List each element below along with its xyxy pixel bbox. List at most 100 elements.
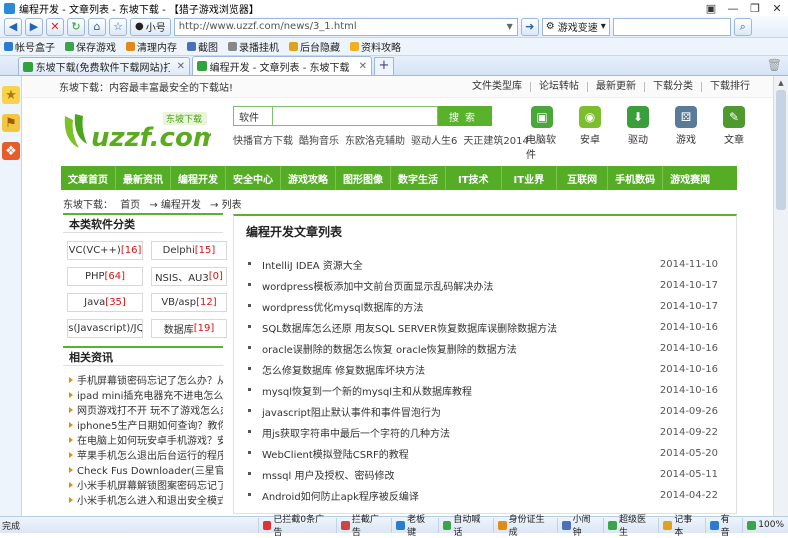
quick-android[interactable]: ◉ 安卓: [574, 106, 606, 161]
skin-icon[interactable]: ▣: [700, 2, 722, 15]
fav-item-record[interactable]: 录播挂机: [228, 39, 279, 54]
forward-button[interactable]: ▶: [25, 17, 43, 36]
site-search-input[interactable]: [273, 106, 438, 126]
top-link[interactable]: 论坛转帖: [531, 81, 588, 92]
article-link[interactable]: 用js获取字符串中最后一个字符的几种方法: [248, 425, 450, 440]
article-link[interactable]: WebClient模拟登陆CSRF的教程: [248, 446, 409, 461]
news-link[interactable]: 小米手机怎么进入和退出安全模式: [69, 492, 223, 507]
tab-current[interactable]: 编程开发 - 文章列表 - 东坡下载 ✕: [192, 56, 372, 75]
status-ad-count[interactable]: 已拦截0条广告: [257, 515, 337, 538]
quick-game[interactable]: ⚄ 游戏: [670, 106, 702, 161]
status-sound[interactable]: 有音: [704, 515, 743, 538]
news-link[interactable]: 手机屏幕锁密码忘记了怎么办？从密: [69, 372, 223, 387]
top-link[interactable]: 文件类型库: [464, 81, 531, 92]
hot-keyword[interactable]: 驱动人生6: [411, 132, 457, 147]
hot-keyword[interactable]: 酷狗音乐: [299, 132, 339, 147]
close-icon[interactable]: ✕: [177, 61, 185, 72]
news-link[interactable]: ipad mini插充电器充不进电怎么办: [69, 387, 223, 402]
search-category-select[interactable]: 软件: [233, 106, 273, 126]
nav-item[interactable]: 编程开发: [171, 166, 226, 190]
scroll-up-icon[interactable]: ▲: [774, 76, 788, 90]
article-link[interactable]: wordpress优化mysql数据库的方法: [248, 299, 423, 314]
refresh-button[interactable]: ↻: [67, 17, 85, 36]
hot-keyword[interactable]: 快播官方下载: [233, 132, 293, 147]
news-link[interactable]: 网页游戏打不开 玩不了游戏怎么办?: [69, 402, 223, 417]
article-link[interactable]: SQL数据库怎么还原 用友SQL SERVER恢复数据库误删除数据方法: [248, 320, 557, 335]
nav-item[interactable]: 文章首页: [61, 166, 116, 190]
article-link[interactable]: mssql 用户及授权、密码修改: [248, 467, 394, 482]
fav-item-clean-memory[interactable]: 清理内存: [126, 39, 177, 54]
nav-item[interactable]: 数字生活: [391, 166, 446, 190]
star-icon[interactable]: ★: [2, 86, 20, 104]
nav-item[interactable]: IT业界: [502, 166, 558, 190]
chevron-down-icon[interactable]: ▼: [503, 22, 517, 31]
search-button[interactable]: ⌕: [733, 17, 752, 36]
news-link[interactable]: Check Fus Downloader(三星官方: [69, 462, 223, 477]
category-item[interactable]: 数据库 [19]: [151, 319, 227, 338]
scroll-thumb[interactable]: [776, 90, 786, 210]
search-engine-select[interactable]: ⚙ 游戏变速 ▾: [541, 17, 610, 36]
category-item[interactable]: Delphi [15]: [151, 241, 227, 260]
quick-driver[interactable]: ⬇ 驱动: [622, 106, 654, 161]
status-block-ads[interactable]: 拦截广告: [336, 515, 391, 538]
top-link[interactable]: 最新更新: [588, 81, 645, 92]
article-link[interactable]: oracle误删除的数据怎么恢复 oracle恢复删除的数据方法: [248, 341, 517, 356]
status-notepad[interactable]: 记事本: [658, 515, 704, 538]
status-zoom[interactable]: 100%: [742, 517, 788, 533]
hot-keyword[interactable]: 东欧洛克辅助: [345, 132, 405, 147]
back-button[interactable]: ◀: [4, 17, 22, 36]
category-item[interactable]: NSIS、AU3 [0]: [151, 267, 227, 286]
category-item[interactable]: Java [35]: [67, 293, 143, 312]
nav-item[interactable]: 游戏攻略: [281, 166, 336, 190]
news-link[interactable]: 苹果手机怎么退出后台运行的程序: [69, 447, 223, 462]
status-alarm[interactable]: 小闹钟: [556, 515, 603, 538]
fav-item-account-box[interactable]: 帐号盒子: [4, 39, 55, 54]
site-logo[interactable]: uzzf.com 东坡下载: [61, 110, 211, 154]
search-input[interactable]: [612, 17, 731, 36]
category-item[interactable]: PHP [64]: [67, 267, 143, 286]
status-doctor[interactable]: 超级医生: [603, 515, 658, 538]
status-auto-shout[interactable]: 自动喊话: [437, 515, 493, 538]
new-tab-button[interactable]: +: [374, 57, 394, 75]
article-link[interactable]: 怎么修复数据库 修复数据库坏块方法: [248, 362, 425, 377]
nav-item[interactable]: IT技术: [446, 166, 502, 190]
flag-icon[interactable]: ⚑: [2, 114, 20, 132]
gift-icon[interactable]: ❖: [2, 142, 20, 160]
address-bar[interactable]: http://www.uzzf.com/news/3_1.html ▼: [173, 17, 518, 36]
article-link[interactable]: wordpress模板添加中文前台页面显示乱码解决办法: [248, 278, 493, 293]
article-link[interactable]: javascript阻止默认事件和事件冒泡行为: [248, 404, 441, 419]
go-button[interactable]: ➜: [520, 17, 539, 36]
nav-item[interactable]: 游戏赛闻: [663, 166, 717, 190]
stop-button[interactable]: ✕: [46, 17, 64, 36]
news-link[interactable]: iphone5生产日期如何查询？教你通: [69, 417, 223, 432]
fav-item-save-game[interactable]: 保存游戏: [65, 39, 116, 54]
trash-icon[interactable]: 🗑: [767, 58, 782, 72]
category-item[interactable]: VB/asp [12]: [151, 293, 227, 312]
breadcrumb-link[interactable]: 首页: [120, 200, 140, 211]
nav-item[interactable]: 最新资讯: [116, 166, 171, 190]
close-window-button[interactable]: ✕: [766, 2, 788, 15]
vertical-scrollbar[interactable]: ▲: [773, 76, 788, 516]
top-link[interactable]: 下载分类: [645, 81, 702, 92]
status-boss-key[interactable]: 老板键: [391, 515, 437, 538]
minimize-button[interactable]: —: [722, 2, 744, 15]
nav-item[interactable]: 互联网: [557, 166, 609, 190]
top-link[interactable]: 下载排行: [702, 81, 758, 92]
quick-pc-software[interactable]: ▣ 电脑软件: [526, 106, 558, 161]
hot-keyword[interactable]: 天正建筑2014: [463, 132, 528, 147]
nav-item[interactable]: 手机数码: [608, 166, 664, 190]
news-link[interactable]: 在电脑上如何玩安卓手机游戏？安装: [69, 432, 223, 447]
news-link[interactable]: 小米手机屏幕解锁图案密码忘记了怎: [69, 477, 223, 492]
fav-item-screenshot[interactable]: 截图: [187, 39, 218, 54]
nav-item[interactable]: 安全中心: [226, 166, 281, 190]
maximize-button[interactable]: ❐: [744, 2, 766, 15]
fav-item-guide[interactable]: 资料攻略: [350, 39, 401, 54]
nav-item[interactable]: 图形图像: [336, 166, 391, 190]
favorite-button[interactable]: ☆: [109, 17, 127, 36]
article-link[interactable]: mysql恢复到一个新的mysql主和从数据库教程: [248, 383, 472, 398]
category-item[interactable]: js(Javascript)/JQ: [67, 319, 143, 338]
status-id-gen[interactable]: 身份证生成: [492, 515, 557, 538]
article-link[interactable]: Android如何防止apk程序被反编译: [248, 488, 419, 503]
site-search-button[interactable]: 搜索: [438, 106, 492, 126]
fav-item-hide[interactable]: 后台隐藏: [289, 39, 340, 54]
